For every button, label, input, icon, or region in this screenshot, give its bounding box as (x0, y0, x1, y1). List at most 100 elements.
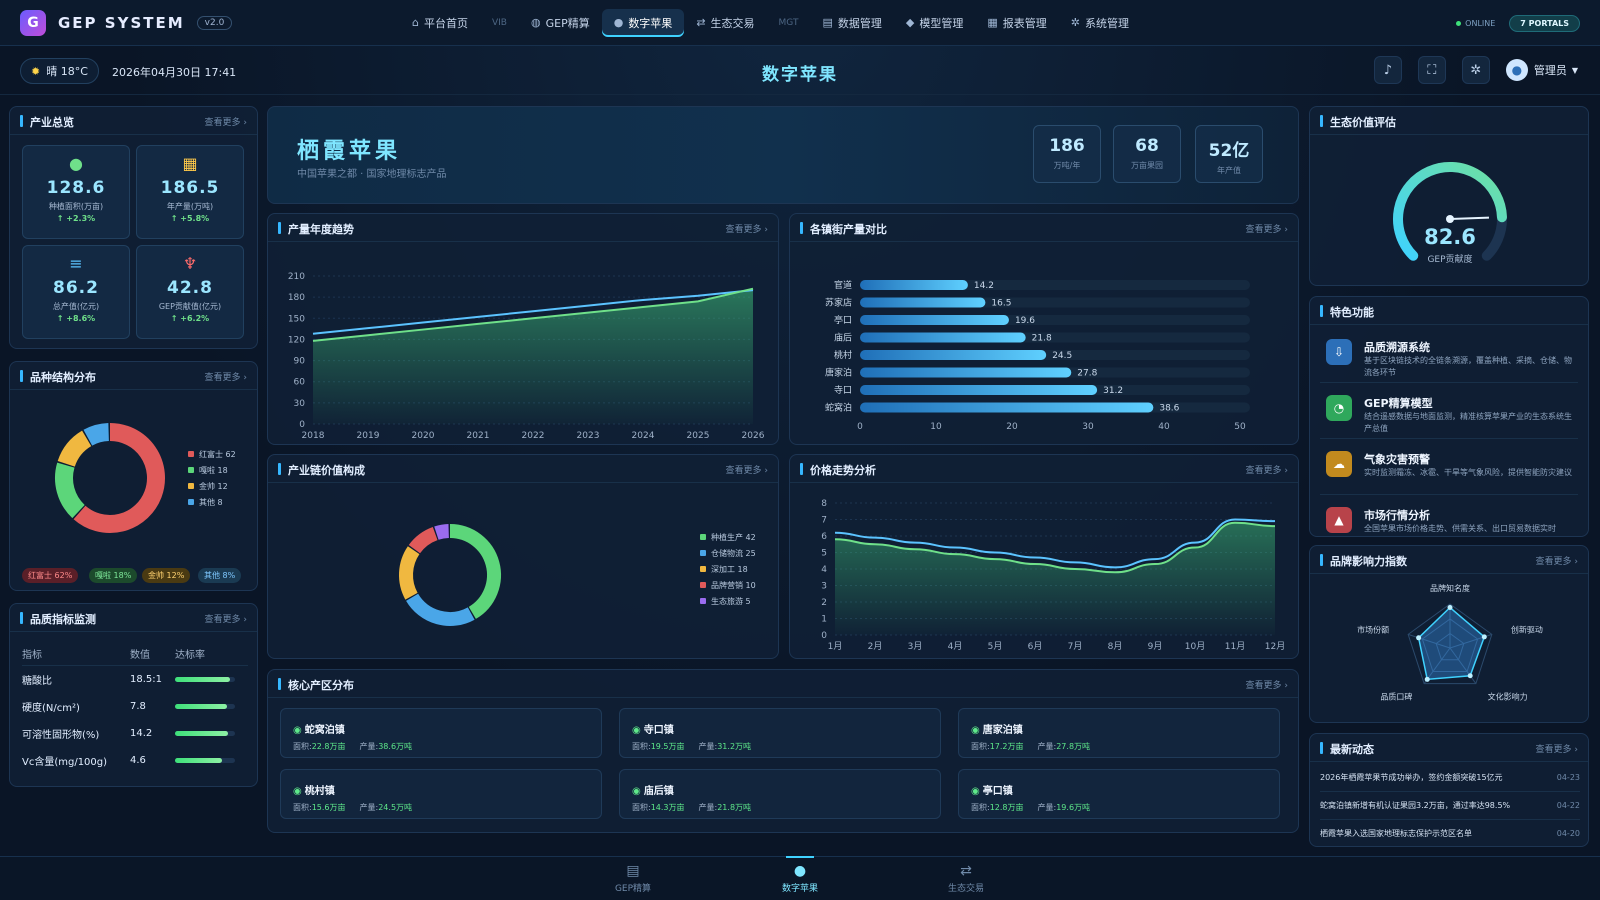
more-link[interactable]: 查看更多 › (726, 463, 768, 476)
news-item[interactable]: 蛇窝泊镇新增有机认证果园3.2万亩，通过率达98.5% 04-22 (1320, 792, 1580, 820)
menu-item-6[interactable]: ▤ 数据管理 (810, 9, 893, 37)
area-label: 面积: (293, 742, 312, 751)
more-link[interactable]: 查看更多 › (726, 222, 768, 235)
trend-chart: 0 30 60 90 120 150 180 210 2018 2019 2020 2021 2022 2… (288, 272, 765, 441)
kpi-value: 128.6 (46, 178, 106, 198)
col-header: 指标 (22, 650, 42, 661)
feature-item[interactable]: ◔ GEP精算模型 结合遥感数据与地面监测，精准核算苹果产业的生态系统生产总值 (1320, 387, 1578, 439)
legend-swatch (188, 483, 194, 489)
zone-card[interactable]: ◉ 庙后镇 面积:14.3万亩 产量:21.8万吨 (619, 769, 941, 819)
zone-card[interactable]: ◉ 蛇窝泊镇 面积:22.8万亩 产量:38.6万吨 (280, 708, 602, 758)
variety-slice[interactable] (55, 462, 86, 519)
gear-icon[interactable]: ✲ (1461, 56, 1490, 84)
variety-slice[interactable] (83, 423, 110, 446)
x-tick-label: 30 (1082, 422, 1094, 432)
bar[interactable] (860, 297, 986, 308)
table-row: Vc含量(mg/100g) 4.6 (22, 747, 248, 774)
rate-bar (175, 677, 235, 682)
feature-item[interactable]: ☁ 气象灾害预警 实时监测霜冻、冰雹、干旱等气象风险，提供智能防灾建议 (1320, 443, 1578, 495)
menu-item-2[interactable]: ◍ GEP精算 (519, 9, 602, 37)
menu-item-0[interactable]: ⌂ 平台首页 (400, 9, 480, 37)
more-link[interactable]: 查看更多 › (1536, 742, 1578, 755)
feature-item[interactable]: ▲ 市场行情分析 全国苹果市场价格走势、供需关系、出口贸易数据实时 (1320, 499, 1578, 535)
title-marker (20, 612, 23, 624)
gauge-needle (1449, 216, 1490, 220)
bar[interactable] (860, 280, 968, 290)
kpi-card[interactable]: ● 128.6 种植面积(万亩) ↑ +2.3% (22, 145, 130, 239)
more-link[interactable]: 查看更多 › (1246, 463, 1288, 476)
chain-slice[interactable] (434, 524, 450, 540)
panel-title: 品质指标监测 (30, 613, 96, 626)
kpi-delta: ↑ +6.2% (170, 314, 210, 323)
user-menu[interactable]: ● 管理员 ▼ (1505, 59, 1578, 81)
news-item[interactable]: 2026年栖霞苹果节成功举办，签约金额突破15亿元 04-23 (1320, 764, 1580, 792)
kpi-card[interactable]: ▦ 186.5 年产量(万吨) ↑ +5.8% (136, 145, 244, 239)
panel-title: 品种结构分布 (30, 371, 96, 384)
bar[interactable] (860, 367, 1072, 378)
radar-point[interactable] (1416, 635, 1422, 641)
menu-item-7[interactable]: ◆ 模型管理 (894, 9, 975, 37)
bar-category-label: 亭口 (834, 314, 852, 326)
fullscreen-icon[interactable]: ⛶ (1417, 56, 1446, 84)
legend-swatch (700, 550, 706, 556)
news-item[interactable]: 栖霞苹果入选国家地理标志保护示范区名单 04-20 (1320, 820, 1580, 846)
menu-item-label: 数字苹果 (628, 16, 673, 30)
menu-item-8[interactable]: ▦ 报表管理 (975, 9, 1058, 37)
radar-point[interactable] (1447, 605, 1453, 611)
more-link[interactable]: 查看更多 › (1246, 222, 1288, 235)
y-tick-label: 120 (288, 335, 305, 345)
radar-point[interactable] (1424, 676, 1430, 682)
kpi-card[interactable]: ♆ 42.8 GEP贡献值(亿元) ↑ +6.2% (136, 245, 244, 339)
radar-axis-label: 文化影响力 (1488, 692, 1528, 702)
bell-icon[interactable]: ♪ (1373, 56, 1402, 84)
more-link[interactable]: 查看更多 › (205, 612, 247, 625)
menu-item-label: 平台首页 (423, 16, 468, 30)
more-link[interactable]: 查看更多 › (1246, 678, 1288, 691)
variety-slice[interactable] (57, 430, 92, 468)
chain-slice[interactable] (406, 593, 475, 626)
bar[interactable] (860, 332, 1026, 343)
title-marker (800, 463, 803, 475)
chain-slice[interactable] (399, 546, 420, 600)
zone-detail: 面积:17.2万亩 产量:27.8万吨 (971, 741, 1090, 752)
panel-header: 价格走势分析 查看更多 › (790, 455, 1298, 483)
y-tick-label: 180 (288, 293, 305, 303)
chain-slice[interactable] (408, 526, 438, 554)
bar[interactable] (860, 315, 1009, 325)
more-link[interactable]: 查看更多 › (1536, 554, 1578, 567)
menu-item-9[interactable]: ✲ 系统管理 (1059, 9, 1141, 37)
report-icon: ▦ (987, 16, 998, 29)
online-status: ONLINE (1456, 19, 1495, 28)
bottom-nav-item[interactable]: ⇄ 生态交易 (926, 863, 1006, 894)
bottom-nav-item[interactable]: ● 数字苹果 (760, 856, 840, 894)
menu-item-3[interactable]: ● 数字苹果 (601, 8, 685, 37)
y-tick-label: 4 (821, 565, 827, 575)
feature-item[interactable]: ⇩ 品质溯源系统 基于区块链技术的全链条溯源，覆盖种植、采摘、仓储、物流各环节 (1320, 331, 1578, 383)
bottom-nav-item[interactable]: ▤ GEP精算 (593, 863, 673, 894)
zone-card[interactable]: ◉ 亭口镇 面积:12.8万亩 产量:19.6万吨 (958, 769, 1280, 819)
bar-value-label: 19.6 (1015, 316, 1035, 326)
bar[interactable] (860, 385, 1098, 395)
more-link[interactable]: 查看更多 › (205, 370, 247, 383)
variety-panel: 品种结构分布 查看更多 › 红富士 62 嘎啦 18 金帅 12 其他 8 红富士 62… (9, 361, 258, 591)
logo[interactable]: G GEP SYSTEM v2.0 (20, 9, 400, 36)
zone-card[interactable]: ◉ 唐家泊镇 面积:17.2万亩 产量:27.8万吨 (958, 708, 1280, 758)
chevron-down-icon: ▼ (1571, 65, 1578, 75)
brand-panel: 品牌影响力指数 查看更多 › 品牌知名度 创新驱动 文化影响力 品质口碑 市场份额 (1309, 545, 1589, 723)
kpi-card[interactable]: ≡ 86.2 总产值(亿元) ↑ +8.6% (22, 245, 130, 339)
legend-item: 仓储物流 25 (700, 545, 756, 561)
y-tick-label: 3 (821, 582, 827, 592)
zone-name: ◉ 寺口镇 (632, 721, 674, 736)
zone-card[interactable]: ◉ 桃村镇 面积:15.6万亩 产量:24.5万吨 (280, 769, 602, 819)
bar[interactable] (860, 350, 1047, 360)
hero-stat-label: 年产值 (1217, 166, 1241, 175)
radar-point[interactable] (1467, 673, 1473, 679)
radar-point[interactable] (1481, 634, 1487, 640)
more-link[interactable]: 查看更多 › (205, 115, 247, 128)
bar[interactable] (860, 402, 1154, 413)
zone-card[interactable]: ◉ 寺口镇 面积:19.5万亩 产量:31.2万吨 (619, 708, 941, 758)
chain-slice[interactable] (449, 524, 501, 619)
portals-button[interactable]: 7 PORTALS (1509, 14, 1580, 32)
x-tick-label: 9月 (1148, 641, 1163, 652)
menu-item-4[interactable]: ⇄ 生态交易 (684, 9, 766, 37)
